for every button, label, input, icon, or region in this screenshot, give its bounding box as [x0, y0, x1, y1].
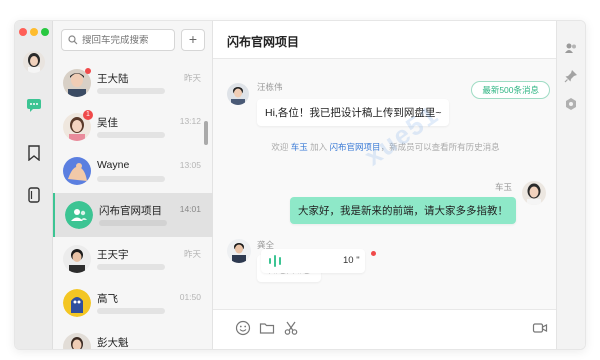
conversation-time: 13:12: [179, 116, 201, 126]
pin-icon[interactable]: [564, 69, 578, 83]
video-call-icon[interactable]: [532, 320, 548, 336]
message-preview: [97, 132, 165, 138]
app-window: + 王大陆 昨天 1 吴佳 13:12 Wayne 13:05: [14, 20, 586, 350]
message-preview: [97, 88, 165, 94]
maximize-window-button[interactable]: [41, 28, 49, 36]
system-text: ，新成员可以查看所有历史消息: [380, 142, 500, 152]
settings-icon[interactable]: [564, 97, 578, 111]
composer-toolbar: [213, 309, 558, 349]
conversation-list: + 王大陆 昨天 1 吴佳 13:12 Wayne 13:05: [53, 21, 213, 349]
message-preview: [97, 264, 165, 270]
conversation-item-active[interactable]: 闪布官网项目 14:01: [53, 193, 213, 237]
conversation-name: 闪布官网项目: [99, 205, 162, 217]
unread-count-badge: 1: [83, 110, 93, 120]
voice-message[interactable]: 10 ": [261, 249, 365, 273]
search-box[interactable]: [61, 29, 175, 51]
avatar: [63, 289, 91, 317]
chat-title: 闪布官网项目: [227, 35, 300, 49]
emoji-icon[interactable]: [235, 320, 251, 336]
members-icon[interactable]: [564, 41, 578, 55]
conversation-time: 01:50: [179, 292, 201, 302]
system-text: 加入: [307, 142, 330, 152]
files-icon[interactable]: [26, 187, 42, 203]
unread-dot: [85, 68, 91, 74]
avatar[interactable]: [522, 181, 546, 205]
message-bubble-self[interactable]: 大家好，我是新来的前端，请大家多多指教！: [290, 197, 516, 224]
conversation-name: 吴佳: [97, 117, 118, 129]
conversation-name: 王大陆: [97, 73, 129, 85]
chat-header: 闪布官网项目: [213, 21, 558, 59]
conversation-item[interactable]: 高飞 01:50: [53, 281, 213, 325]
conversation-name: 彭大魁: [97, 337, 129, 349]
window-controls: [19, 28, 49, 36]
left-rail: [15, 21, 53, 349]
avatar[interactable]: [227, 83, 249, 105]
close-window-button[interactable]: [19, 28, 27, 36]
message-preview: [97, 176, 165, 182]
add-button[interactable]: +: [181, 29, 205, 51]
conversation-time: 昨天: [183, 249, 201, 259]
conversation-item[interactable]: 王大陆 昨天: [53, 61, 213, 105]
history-messages-button[interactable]: 最新500条消息: [471, 81, 550, 99]
message-preview: [99, 220, 167, 226]
conversation-name: 王天宇: [97, 249, 129, 261]
sender-name: 车玉: [494, 182, 512, 192]
conversation-time: 昨天: [183, 73, 201, 83]
avatar: [63, 157, 91, 185]
group-link[interactable]: 闪布官网项目: [330, 142, 381, 152]
avatar: [63, 245, 91, 273]
right-tool-rail: [556, 21, 585, 349]
conversation-item[interactable]: 彭大魁: [53, 325, 213, 349]
minimize-window-button[interactable]: [30, 28, 38, 36]
scissors-icon[interactable]: [283, 320, 299, 336]
voice-duration: 10 ": [343, 255, 360, 266]
search-icon: [68, 35, 78, 45]
folder-icon[interactable]: [259, 320, 275, 336]
system-notice: 欢迎 车玉 加入 闪布官网项目，新成员可以查看所有历史消息: [213, 141, 558, 153]
voice-wave-icon: [269, 255, 281, 267]
list-scrollbar[interactable]: [204, 121, 208, 145]
search-input[interactable]: [82, 34, 172, 46]
unplayed-dot: [371, 251, 376, 256]
sender-name: 汪栋伟: [257, 82, 283, 92]
message-preview: [97, 308, 165, 314]
conversation-name: Wayne: [97, 159, 130, 171]
group-avatar: [65, 201, 93, 229]
conversation-rows: 王大陆 昨天 1 吴佳 13:12 Wayne 13:05 闪布官网项目 14:: [53, 61, 213, 349]
conversation-item[interactable]: Wayne 13:05: [53, 149, 213, 193]
conversation-time: 14:01: [179, 204, 201, 214]
conversation-name: 高飞: [97, 293, 118, 305]
conversation-item[interactable]: 王天宇 昨天: [53, 237, 213, 281]
conversation-time: 13:05: [179, 160, 201, 170]
chat-icon[interactable]: [26, 97, 42, 113]
bookmark-icon[interactable]: [26, 145, 42, 161]
chat-pane: 闪布官网项目 最新500条消息 汪栋伟 Hi,各位！我已把设计稿上传到网盘里~ …: [213, 21, 558, 349]
avatar: [63, 333, 91, 349]
system-text: 欢迎: [271, 142, 291, 152]
avatar[interactable]: [227, 239, 251, 263]
member-link[interactable]: 车玉: [291, 142, 308, 152]
my-avatar[interactable]: [23, 51, 45, 73]
conversation-item[interactable]: 1 吴佳 13:12: [53, 105, 213, 149]
message-bubble[interactable]: Hi,各位！我已把设计稿上传到网盘里~: [257, 99, 450, 126]
